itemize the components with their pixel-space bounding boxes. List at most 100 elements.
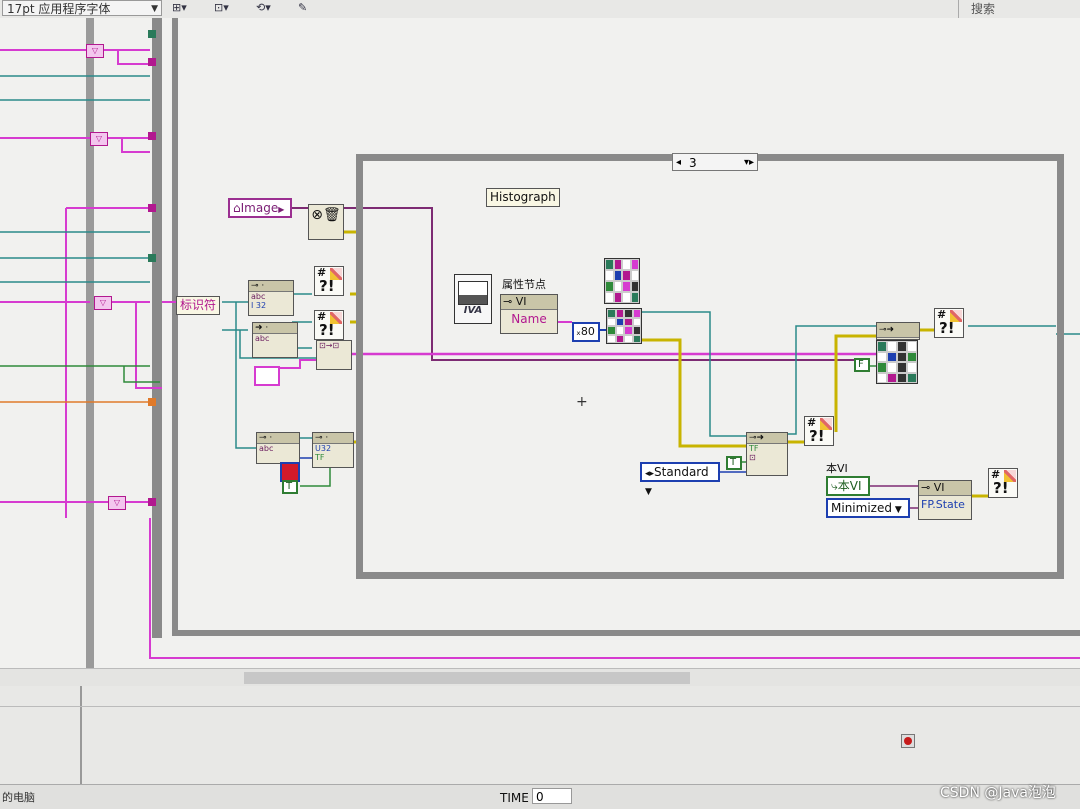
histograph-label[interactable]: Histograph [486, 188, 560, 207]
status-bar: 的电脑 TIME 0 [0, 784, 1080, 809]
question-icon: ?! [939, 319, 955, 337]
tunnel-marker [148, 398, 156, 406]
table-control-icon[interactable] [876, 340, 918, 384]
vi-ref-icon: ⤷ [831, 479, 838, 493]
key-icon: ⊸ [921, 481, 931, 494]
panel-divider [80, 686, 82, 786]
table-function-icon[interactable] [606, 308, 642, 344]
search-label: 搜索 [971, 2, 996, 16]
font-selector[interactable]: 17pt 应用程序字体 ▼ [2, 0, 162, 16]
bundle-row: ⊡→⊡ [319, 341, 340, 350]
invoke-node-1[interactable]: ➜ · abc [252, 322, 298, 358]
property-node-header: ⊸ · [257, 433, 299, 444]
search-input[interactable]: 搜索 [958, 0, 1078, 18]
chevron-left-icon: ◂ [676, 157, 682, 168]
error-handler-icon[interactable]: #?! [314, 266, 344, 296]
true-constant-2[interactable]: T [726, 456, 742, 470]
hex-numeric-constant[interactable]: ₓ80 [572, 322, 600, 342]
chevron-down-icon: ▾▸ [743, 157, 754, 168]
invoke-node-row: ⊡ [749, 453, 756, 462]
invoke-node-header: ⊸➜ [877, 323, 919, 338]
invoke-node-3[interactable]: ⊸➜ [876, 322, 920, 340]
shift-register-marker: ▽ [90, 132, 108, 146]
image-reference-control[interactable]: ⌂Image▶ [228, 198, 292, 218]
status-left-text: 的电脑 [2, 791, 35, 804]
stop-icon [904, 737, 912, 745]
standard-enum-constant[interactable]: ◂▸Standard ▼ [640, 462, 720, 497]
error-handler-icon[interactable]: #?! [988, 468, 1018, 498]
distribute-objects-icon[interactable]: ⊡▾ [214, 0, 248, 16]
cleanup-diagram-icon[interactable]: ✎ [298, 0, 332, 16]
shift-register-marker: ▽ [94, 296, 112, 310]
time-label: TIME [500, 791, 529, 805]
watermark: CSDN @Java泡泡 [940, 785, 1056, 801]
loop-frame-inner-left [86, 18, 94, 690]
invoke-node-tf: TF [749, 444, 759, 453]
question-icon: ?! [319, 321, 335, 339]
vi-property-node[interactable]: ⊸ VI Name [500, 294, 558, 334]
this-vi-caption: 本VI [826, 462, 848, 475]
property-node-u32: U32 [315, 444, 332, 453]
minimized-enum-value: Minimized [831, 501, 892, 515]
image-display-icon[interactable]: IVA [454, 274, 492, 324]
true-constant-1[interactable]: T [282, 480, 298, 494]
fp-state-node-class: VI [933, 481, 945, 494]
string-constant-empty[interactable] [254, 366, 280, 386]
property-node-3[interactable]: ⊸ · U32 TF [312, 432, 354, 468]
question-icon: ?! [809, 427, 825, 445]
invoke-node-2[interactable]: ⊸➜ TF ⊡ [746, 432, 788, 476]
font-selector-label: 17pt 应用程序字体 [7, 2, 111, 16]
reorder-icon[interactable]: ⟲▾ [256, 0, 290, 16]
property-node-1[interactable]: ⊸ · abc I 32 [248, 280, 294, 316]
invoke-node-header: ⊸➜ [747, 433, 787, 444]
tunnel-marker [148, 498, 156, 506]
histogram-glyph [458, 281, 488, 305]
tunnel-marker [148, 58, 156, 66]
loop-frame-bottom [172, 630, 1080, 636]
iva-icon: IVA [463, 305, 483, 316]
error-handler-icon[interactable]: #?! [804, 416, 834, 446]
case-selector[interactable]: ◂ 3 ▾▸ [672, 153, 758, 171]
image-ref-label: Image [240, 201, 279, 215]
build-table-icon[interactable] [604, 258, 640, 304]
fp-state-node-property: FP.State [921, 498, 965, 511]
tunnel-marker [148, 30, 156, 38]
time-value-field[interactable]: 0 [532, 788, 572, 804]
horizontal-scrollbar[interactable] [0, 668, 1080, 687]
question-icon: ?! [993, 479, 1009, 497]
this-vi-reference[interactable]: ⤷本VI [826, 476, 870, 496]
arrow-right-icon: ▶ [278, 205, 285, 214]
property-node-i32: I 32 [251, 301, 267, 310]
question-icon: ?! [319, 277, 335, 295]
case-selector-value: 3 [689, 156, 697, 170]
chevron-down-icon: ▼ [151, 4, 158, 14]
tunnel-marker [148, 254, 156, 262]
scrollbar-thumb[interactable] [244, 672, 690, 684]
property-node-abc: abc [259, 444, 274, 453]
bundle-node[interactable]: ⊡→⊡ [316, 340, 352, 370]
error-handler-icon[interactable]: #?! [934, 308, 964, 338]
property-node-tf: TF [315, 453, 325, 462]
color-constant[interactable] [280, 462, 300, 482]
property-node-2[interactable]: ⊸ · abc [256, 432, 300, 464]
fp-state-property-node[interactable]: ⊸ VI FP.State [918, 480, 972, 520]
chevron-down-icon: ▼ [645, 487, 652, 497]
vi-property-node-name: Name [511, 312, 547, 326]
property-node-abc: abc [251, 292, 266, 301]
false-constant[interactable]: F [854, 358, 870, 372]
align-objects-icon[interactable]: ⊞▾ [172, 0, 206, 16]
tunnel-marker [148, 132, 156, 140]
dispose-image-node[interactable]: ⊗🗑 [308, 204, 344, 240]
property-node-caption: 属性节点 [502, 278, 546, 291]
shift-register-marker: ▽ [108, 496, 126, 510]
lower-panel [0, 686, 1080, 786]
stop-button[interactable] [901, 734, 915, 748]
property-node-header: ⊸ · [313, 433, 353, 444]
loop-frame-left [152, 18, 162, 638]
standard-enum-value: Standard [654, 465, 709, 479]
block-diagram[interactable]: ▽ ▽ ▽ ▽ ⌂Image▶ ⊗🗑 标识符 ⊸ · abc I 32 ➜ · … [0, 18, 1080, 690]
identifier-label[interactable]: 标识符 [176, 296, 221, 315]
enum-arrow-icon: ◂▸ [645, 469, 655, 479]
minimized-enum-constant[interactable]: Minimized ▼ [826, 498, 910, 518]
error-handler-icon[interactable]: #?! [314, 310, 344, 340]
